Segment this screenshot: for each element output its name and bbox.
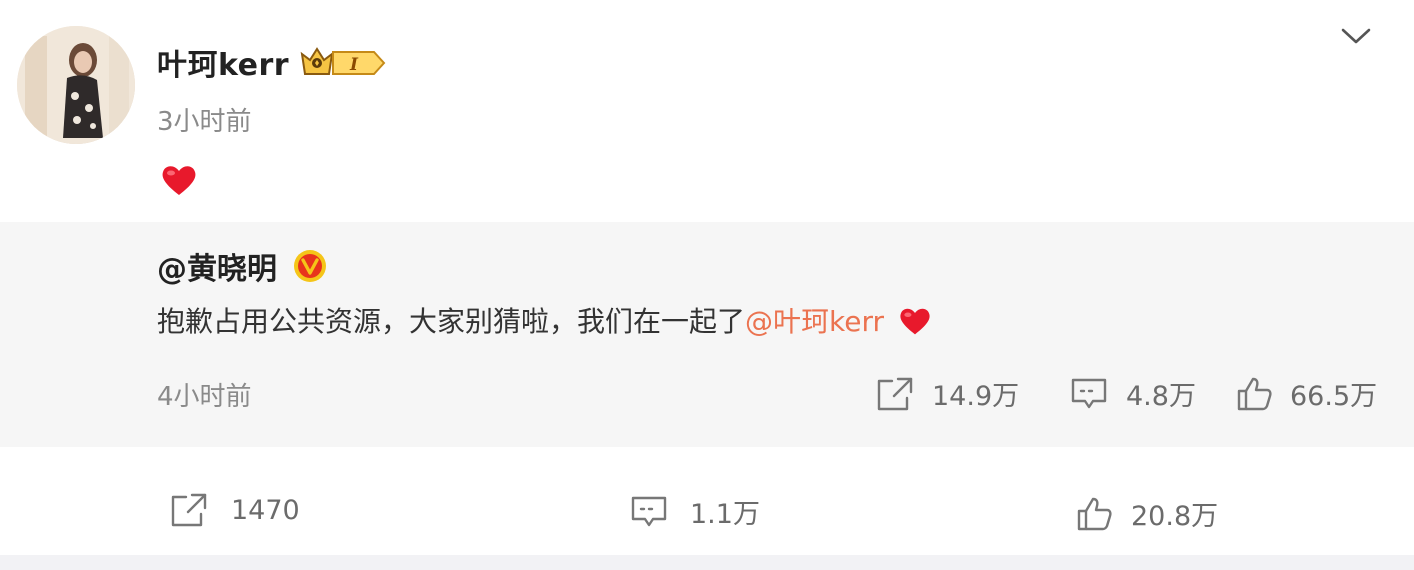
original-post-text: 抱歉占用公共资源，大家别猜啦，我们在一起了@叶珂kerr: [157, 300, 932, 340]
share-count: 1470: [231, 494, 300, 526]
thumbs-up-icon: [1077, 497, 1112, 530]
repost-share-count: 14.9万: [932, 381, 1020, 412]
share-icon: [877, 377, 913, 410]
verified-badge-icon: [293, 249, 327, 283]
thumbs-up-icon: [1237, 377, 1272, 410]
heart-emoji-icon: [898, 305, 932, 337]
original-post-body: 抱歉占用公共资源，大家别猜啦，我们在一起了: [157, 305, 746, 338]
chevron-down-icon[interactable]: [1338, 24, 1374, 48]
post-timestamp: 3小时前: [157, 107, 252, 137]
like-button[interactable]: 20.8万: [1076, 494, 1218, 533]
repost-share-button[interactable]: 14.9万: [876, 374, 1019, 413]
repost-comment-count: 4.8万: [1126, 381, 1196, 412]
card-divider: [0, 555, 1414, 570]
repost-comment-button[interactable]: 4.8万: [1070, 374, 1196, 413]
comment-icon: [1071, 378, 1107, 408]
repost-like-button[interactable]: 66.5万: [1236, 374, 1377, 413]
mention-link[interactable]: @叶珂kerr: [745, 305, 884, 338]
share-button[interactable]: 1470: [170, 492, 300, 528]
repost-like-count: 66.5万: [1290, 381, 1378, 412]
heart-emoji-icon: [160, 162, 198, 198]
username[interactable]: 叶珂kerr: [157, 40, 289, 84]
comment-count: 1.1万: [690, 499, 760, 530]
vip-crown-badge-icon[interactable]: I: [300, 44, 388, 78]
comment-icon: [631, 496, 667, 526]
original-post-timestamp: 4小时前: [157, 382, 252, 412]
original-author[interactable]: @黄晓明: [157, 244, 277, 288]
avatar[interactable]: [17, 26, 135, 144]
comment-button[interactable]: 1.1万: [630, 492, 760, 531]
share-icon: [171, 493, 207, 527]
svg-text:I: I: [349, 55, 359, 75]
like-count: 20.8万: [1131, 501, 1219, 532]
